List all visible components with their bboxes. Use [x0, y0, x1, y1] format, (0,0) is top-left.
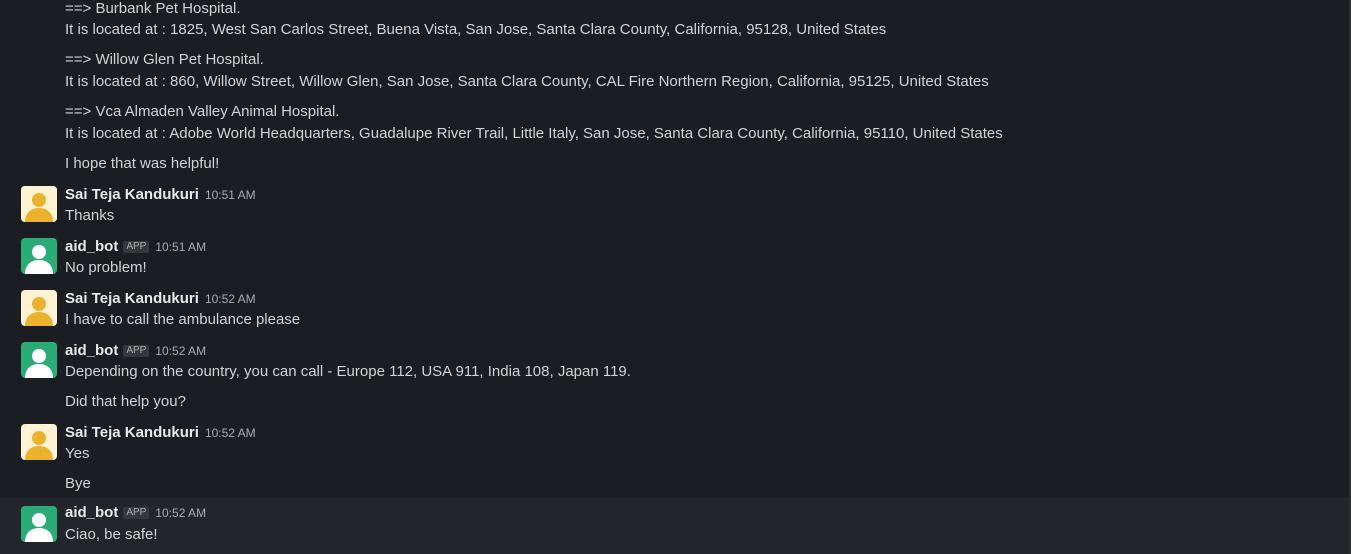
person-avatar-icon	[21, 342, 57, 378]
message-text: Thanks	[65, 207, 115, 224]
author-name[interactable]: Sai Teja Kandukuri	[65, 290, 199, 307]
app-badge: APP	[123, 241, 150, 253]
message-text: Yes	[65, 445, 90, 462]
message-text: Ciao, be safe!	[65, 526, 158, 543]
timestamp[interactable]: 10:52 AM	[205, 426, 256, 440]
author-name[interactable]: aid_bot	[65, 342, 118, 359]
app-badge: APP	[123, 507, 150, 519]
message-text: I have to call the ambulance please	[65, 311, 301, 328]
message-item[interactable]: aid_bot APP 10:51 AM No problem!	[0, 234, 1349, 282]
message-text: Did that help you?	[65, 393, 186, 410]
person-avatar-icon	[21, 290, 57, 326]
bot-avatar[interactable]	[21, 238, 57, 274]
message-text-line: It is located at : 860, Willow Street, W…	[65, 73, 989, 90]
user-avatar[interactable]	[21, 424, 57, 460]
message-item[interactable]: Sai Teja Kandukuri 10:52 AM I have to cal…	[0, 286, 1349, 334]
message-pane: ==> Burbank Pet Hospital. It is located …	[0, 0, 1349, 554]
message-text: No problem!	[65, 259, 147, 276]
timestamp[interactable]: 10:52 AM	[155, 506, 206, 520]
person-avatar-icon	[21, 424, 57, 460]
person-avatar-icon	[21, 238, 57, 274]
message-item[interactable]: Sai Teja Kandukuri 10:51 AM Thanks	[0, 182, 1349, 230]
timestamp[interactable]: 10:51 AM	[205, 188, 256, 202]
message-item[interactable]: aid_bot APP 10:52 AM Ciao, be safe!	[0, 498, 1349, 554]
timestamp[interactable]: 10:52 AM	[205, 292, 256, 306]
timestamp[interactable]: 10:52 AM	[155, 344, 206, 358]
message-item[interactable]: Sai Teja Kandukuri 10:52 AM Yes Bye	[0, 420, 1349, 496]
user-avatar[interactable]	[21, 290, 57, 326]
bot-avatar[interactable]	[21, 342, 57, 378]
message-text-line: ==> Vca Almaden Valley Animal Hospital.	[65, 103, 340, 120]
message-text-line: ==> Willow Glen Pet Hospital.	[65, 51, 264, 68]
message-text-line: It is located at : 1825, West San Carlos…	[65, 21, 887, 38]
author-name[interactable]: Sai Teja Kandukuri	[65, 424, 199, 441]
app-badge: APP	[123, 345, 150, 357]
bot-avatar[interactable]	[21, 506, 57, 542]
person-avatar-icon	[21, 506, 57, 542]
message-item[interactable]: aid_bot APP 10:52 AM Depending on the coun…	[0, 338, 1349, 418]
message-text: Depending on the country, you can call -…	[65, 363, 631, 380]
user-avatar[interactable]	[21, 186, 57, 222]
author-name[interactable]: aid_bot	[65, 504, 118, 521]
author-name[interactable]: Sai Teja Kandukuri	[65, 186, 199, 203]
message-text-line: ==> Burbank Pet Hospital.	[65, 0, 241, 17]
message-text-line: I hope that was helpful!	[65, 155, 220, 172]
message-text-line: It is located at : Adobe World Headquart…	[65, 125, 1003, 142]
person-avatar-icon	[21, 186, 57, 222]
message-text: Bye	[65, 475, 91, 492]
timestamp[interactable]: 10:51 AM	[155, 240, 206, 254]
author-name[interactable]: aid_bot	[65, 238, 118, 255]
